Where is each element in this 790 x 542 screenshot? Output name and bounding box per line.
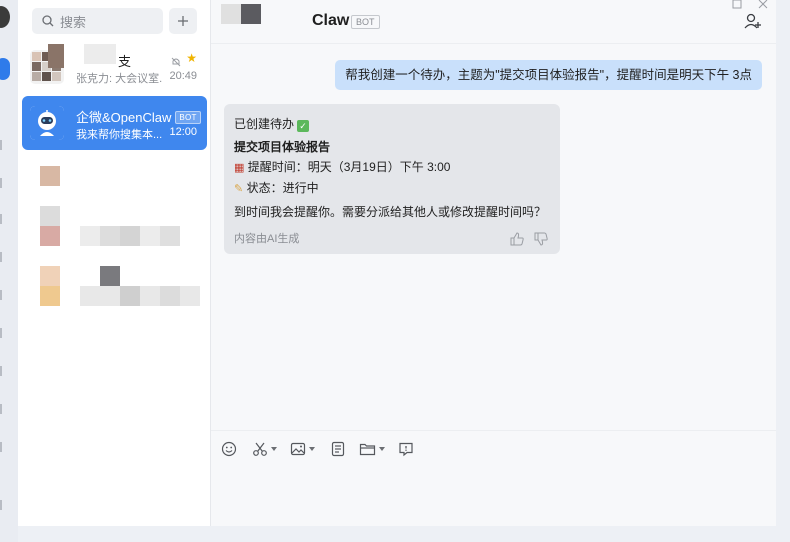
close-icon[interactable] [758, 0, 768, 14]
screenshot-button[interactable] [252, 441, 277, 457]
folder-button[interactable] [359, 441, 385, 457]
blurred-content [48, 44, 64, 68]
scissors-icon [253, 442, 267, 456]
bot-reply-message[interactable]: 已创建待办 ✓ 提交项目体验报告 ▦ 提醒时间：明天（3月19日）下午 3:00 … [224, 104, 560, 254]
check-icon: ✓ [297, 120, 310, 132]
todo-heading: 提交项目体验报告 [234, 140, 331, 154]
add-member-icon[interactable] [744, 12, 762, 35]
memo-icon: ✎ [234, 183, 244, 195]
nav-item[interactable] [0, 252, 2, 262]
reminder-text: 提醒时间：明天（3月19日）下午 3:00 [247, 160, 451, 174]
conversation-preview: 张克力: 大会议室... [76, 73, 162, 85]
reminder-line: ▦ 提醒时间：明天（3月19日）下午 3:00 [234, 157, 550, 178]
nav-rail [0, 0, 18, 542]
conversation-preview: 我来帮你搜集本... [76, 129, 162, 141]
nav-item[interactable] [0, 214, 2, 224]
chat-panel: Claw BOT 帮我创建一个待办，主题为"提交项目体验报告"，提醒时间是明天下… [211, 0, 776, 526]
app-window: 搜索 支 张克力: 大会议室... 20:49 ★ 企微&OpenClaw BO… [0, 0, 790, 542]
image-icon [290, 442, 306, 456]
conversation-title: 支 [118, 54, 132, 69]
star-icon: ★ [186, 51, 197, 65]
reply-question: 到时间我会提醒你。需要分派给其他人或修改提醒时间吗？ [234, 205, 547, 219]
bot-badge: BOT [175, 111, 201, 124]
reply-created-text: 已创建待办 [234, 117, 295, 131]
conversation-title-text: 企微&OpenClaw [76, 110, 172, 125]
user-avatar[interactable] [0, 6, 10, 28]
nav-item[interactable] [0, 290, 2, 300]
maximize-icon[interactable] [732, 0, 742, 14]
nav-messages-active-icon[interactable] [0, 58, 10, 80]
nav-item[interactable] [0, 404, 2, 414]
add-button[interactable] [169, 8, 197, 34]
search-placeholder: 搜索 [60, 14, 87, 30]
document-icon [331, 441, 345, 457]
bot-avatar [30, 106, 64, 140]
conversation-time: 12:00 [169, 126, 197, 138]
chevron-down-icon [271, 447, 277, 451]
search-icon [42, 15, 54, 27]
chat-title: Claw [312, 12, 350, 29]
conversation-item-openclaw[interactable]: 企微&OpenClaw BOT 我来帮你搜集本... 12:00 [22, 96, 207, 150]
bot-badge: BOT [351, 15, 380, 29]
chat-record-button[interactable] [398, 441, 414, 457]
reply-line: 已创建待办 ✓ [234, 114, 550, 134]
emoji-icon [221, 441, 237, 457]
blurred-content [221, 4, 241, 24]
chevron-down-icon [379, 447, 385, 451]
folder-icon [359, 443, 376, 456]
nav-item[interactable] [0, 140, 2, 150]
chevron-down-icon [309, 447, 315, 451]
ai-generated-note: 内容由AI生成 [234, 233, 300, 245]
thumbs-down-icon[interactable] [534, 232, 548, 246]
calendar-icon: ▦ [234, 162, 245, 174]
plus-icon [178, 16, 188, 26]
outgoing-message[interactable]: 帮我创建一个待办，主题为"提交项目体验报告"，提醒时间是明天下午 3点 [335, 60, 762, 90]
document-button[interactable] [330, 441, 346, 457]
mute-icon [171, 54, 181, 72]
conversation-sidebar: 搜索 支 张克力: 大会议室... 20:49 ★ 企微&OpenClaw BO… [18, 0, 211, 526]
chat-record-icon [399, 442, 413, 457]
chat-header: Claw BOT [211, 0, 776, 44]
blurred-content [84, 44, 116, 64]
conversation-item[interactable]: 支 张克力: 大会议室... 20:49 ★ [22, 40, 207, 94]
nav-item[interactable] [0, 328, 2, 338]
conversation-title: 企微&OpenClaw BOT [76, 107, 201, 126]
composer-toolbar [211, 430, 776, 470]
nav-item[interactable] [0, 366, 2, 376]
feedback-buttons [510, 232, 548, 246]
status-text: 状态：进行中 [246, 181, 319, 195]
blurred-content [241, 4, 261, 24]
thumbs-up-icon[interactable] [510, 232, 524, 246]
image-button[interactable] [290, 441, 315, 457]
nav-item[interactable] [0, 442, 2, 452]
search-input[interactable]: 搜索 [32, 8, 163, 34]
status-line: ✎ 状态：进行中 [234, 178, 550, 199]
nav-item[interactable] [0, 500, 2, 510]
nav-item[interactable] [0, 178, 2, 188]
emoji-button[interactable] [221, 441, 237, 457]
